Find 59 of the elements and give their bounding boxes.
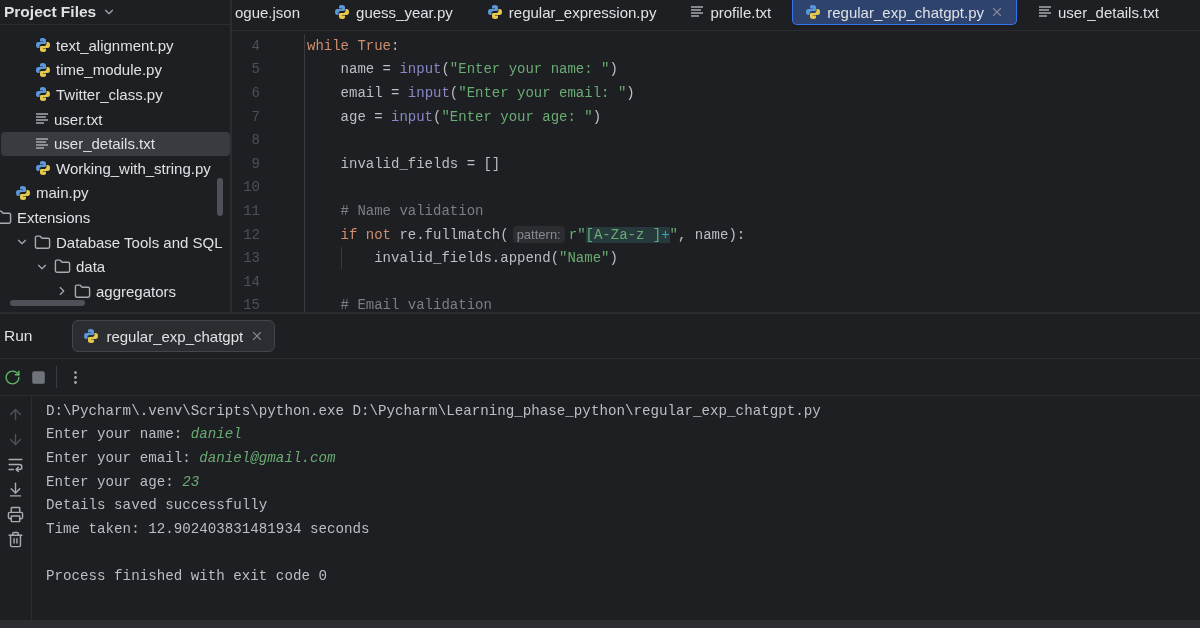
editor-tab[interactable]: regular_expression.py [473,0,670,25]
tree-item[interactable]: text_alignment.py [1,33,230,58]
text-file-icon [35,137,49,150]
code-line: email = input("Enter your email: ") [339,85,635,101]
trash-icon[interactable] [7,531,24,548]
console-line: D:\Pycharm\.venv\Scripts\python.exe D:\Pycharm\Learning_phase_python\regular_exp_chatgpt.py [46,401,822,421]
print-icon[interactable] [7,506,24,523]
folder-icon [74,282,91,300]
code-line: age = input("Enter your age: ") [339,108,602,125]
folder-icon [54,258,71,276]
python-file-icon [805,4,822,20]
python-file-icon [334,4,351,20]
console-line: Enter your email: daniel@gmail.com [46,449,337,468]
code-line: # Email validation [339,297,492,312]
text-file-icon [1038,6,1053,18]
tree-item[interactable]: user_details.txt [1,131,230,156]
text-file-icon [690,6,705,18]
python-file-icon [35,160,51,177]
python-file-icon [35,86,51,103]
console-line: Details saved successfully [46,496,269,516]
python-file-icon [486,4,503,20]
editor-tab[interactable]: profile.txt [677,0,785,25]
editor-tab[interactable]: ogue.json [232,0,314,25]
text-file-icon [35,113,49,126]
python-file-icon [15,184,31,201]
folder-icon [34,233,51,251]
tree-item[interactable]: time_module.py [1,57,230,82]
code-line: # Name validation [339,202,484,219]
rerun-icon[interactable] [4,368,21,386]
code-line: while True: [306,37,400,54]
tree-item[interactable]: Working_with_string.py [1,156,230,181]
code-line: if not re.fullmatch( pattern: r"[A-Za-z ]+", name): [339,226,746,243]
scroll-to-end-icon[interactable] [7,481,24,498]
tree-item[interactable]: aggregators [21,279,230,304]
scrollbar[interactable] [10,300,85,306]
soft-wrap-icon[interactable] [7,456,24,473]
console-line: Enter your age: 23 [46,472,201,492]
panel-title[interactable]: Project Files [4,3,97,21]
console-line: Time taken: 12.902403831481934 seconds [46,519,371,539]
panel-title: Run [4,327,33,345]
editor-tab[interactable]: guess_year.py [321,0,466,25]
editor-tab[interactable]: user_details.txt [1025,0,1172,25]
code-line: name = input("Enter your name: ") [339,61,618,78]
console-line: Enter your name: daniel [46,425,243,445]
folder-icon [0,208,12,226]
python-file-icon [35,37,51,54]
tree-item[interactable]: user.txt [1,107,230,132]
python-file-icon [83,328,100,344]
tree-item[interactable]: Extensions [0,205,199,230]
code-line: invalid_fields = [] [339,155,501,172]
editor-tab[interactable]: regular_exp_chatgpt.py [792,0,1018,25]
tree-item[interactable]: main.py [0,180,219,205]
scrollbar[interactable] [217,178,223,216]
tree-item[interactable]: Twitter_class.py [1,82,230,107]
tree-item[interactable]: data [1,254,230,279]
console-line: Process finished with exit code 0 [46,566,328,586]
python-file-icon [35,61,51,78]
run-tab[interactable]: regular_exp_chatgpt [72,320,276,352]
code-line: invalid_fields.append("Name") [305,250,618,267]
